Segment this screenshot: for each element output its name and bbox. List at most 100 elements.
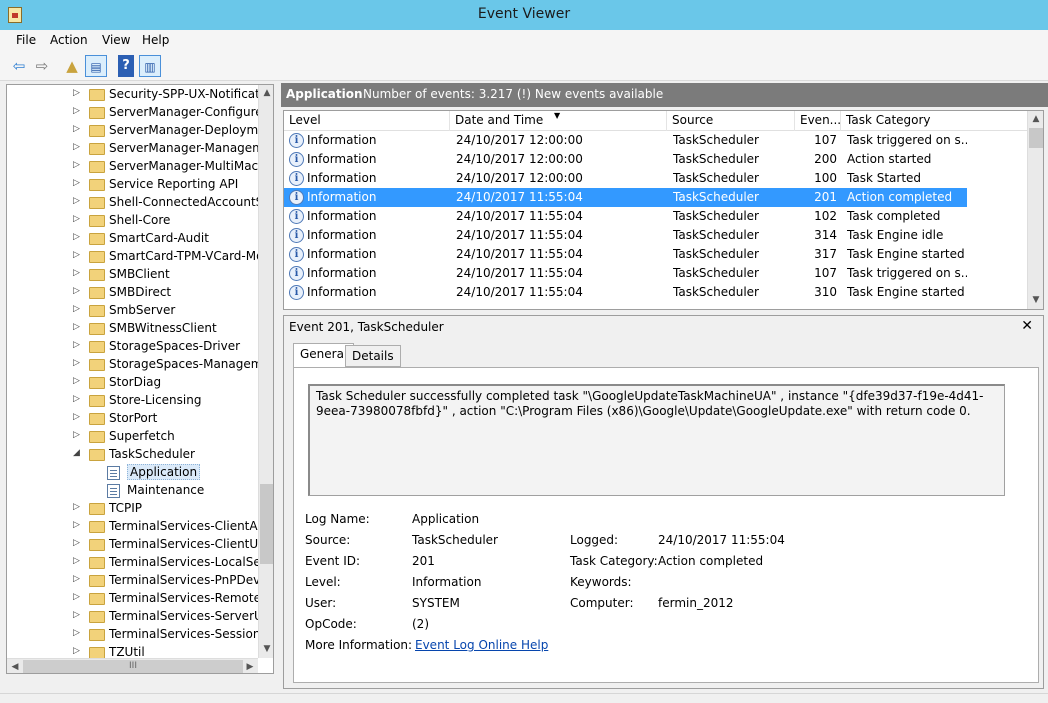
- collapsed-arrow-icon[interactable]: ▷: [73, 88, 80, 98]
- tree-folder-item[interactable]: ▷ TerminalServices-ClientUSBDevices: [7, 536, 259, 554]
- tree-folder-item[interactable]: ▷ StorDiag: [7, 374, 259, 392]
- expanded-arrow-icon[interactable]: ◢: [73, 448, 80, 458]
- collapsed-arrow-icon[interactable]: ▷: [73, 574, 80, 584]
- event-row[interactable]: i Information 24/10/2017 12:00:00 TaskSched…: [284, 131, 1027, 150]
- collapsed-arrow-icon[interactable]: ▷: [73, 502, 80, 512]
- event-row[interactable]: i Information 24/10/2017 11:55:04 TaskSched…: [284, 226, 1027, 245]
- tree-folder-item[interactable]: ▷ ServerManager-MultiMachine: [7, 158, 259, 176]
- collapsed-arrow-icon[interactable]: ▷: [73, 124, 80, 134]
- back-arrow-icon[interactable]: ⇦: [8, 55, 30, 77]
- tree-horizontal-scrollbar[interactable]: ◀ III ▶: [7, 658, 258, 673]
- collapsed-arrow-icon[interactable]: ▷: [73, 268, 80, 278]
- event-row[interactable]: i Information 24/10/2017 12:00:00 TaskSched…: [284, 150, 1027, 169]
- collapsed-arrow-icon[interactable]: ▷: [73, 646, 80, 656]
- collapsed-arrow-icon[interactable]: ▷: [73, 196, 80, 206]
- tree-folder-item[interactable]: ▷ Store-Licensing: [7, 392, 259, 410]
- tree-folder-item[interactable]: ▷ TerminalServices-PnPDevices: [7, 572, 259, 590]
- collapsed-arrow-icon[interactable]: ▷: [73, 322, 80, 332]
- collapsed-arrow-icon[interactable]: ▷: [73, 178, 80, 188]
- tree-folder-item[interactable]: ▷ SmartCard-TPM-VCard-Module: [7, 248, 259, 266]
- tree-folder-item[interactable]: ▷ SMBDirect: [7, 284, 259, 302]
- menu-help[interactable]: Help: [142, 33, 169, 47]
- collapsed-arrow-icon[interactable]: ▷: [73, 610, 80, 620]
- collapsed-arrow-icon[interactable]: ▷: [73, 520, 80, 530]
- tab-details[interactable]: Details: [345, 345, 401, 367]
- show-hide-tree-icon[interactable]: ▤: [85, 55, 107, 77]
- tree-folder-item[interactable]: ▷ TerminalServices-LocalSessionManager: [7, 554, 259, 572]
- tree-folder-item[interactable]: ▷ TerminalServices-ServerUSBDevices: [7, 608, 259, 626]
- collapsed-arrow-icon[interactable]: ▷: [73, 250, 80, 260]
- tree-folder-item[interactable]: ▷ Service Reporting API: [7, 176, 259, 194]
- collapsed-arrow-icon[interactable]: ▷: [73, 106, 80, 116]
- event-message[interactable]: Task Scheduler successfully completed ta…: [308, 384, 1005, 496]
- collapsed-arrow-icon[interactable]: ▷: [73, 628, 80, 638]
- tree-folder-item[interactable]: ▷ StorPort: [7, 410, 259, 428]
- collapsed-arrow-icon[interactable]: ▷: [73, 556, 80, 566]
- up-folder-icon[interactable]: ▲: [61, 55, 83, 77]
- tree-log-item[interactable]: Maintenance: [7, 482, 259, 500]
- menu-file[interactable]: File: [16, 33, 36, 47]
- collapsed-arrow-icon[interactable]: ▷: [73, 160, 80, 170]
- tree-folder-item[interactable]: ▷ Shell-Core: [7, 212, 259, 230]
- tree-folder-item[interactable]: ▷ ServerManager-ConfigureSMRemoting: [7, 104, 259, 122]
- column-task-category[interactable]: Task Category: [841, 111, 1027, 131]
- scroll-up-icon[interactable]: ▲: [259, 85, 273, 101]
- tree-folder-item[interactable]: ◢ TaskScheduler: [7, 446, 259, 464]
- menu-action[interactable]: Action: [50, 33, 88, 47]
- collapsed-arrow-icon[interactable]: ▷: [73, 142, 80, 152]
- forward-arrow-icon[interactable]: ⇨: [31, 55, 53, 77]
- grid-vertical-scrollbar[interactable]: ▲ ▼: [1027, 111, 1043, 309]
- scroll-up-icon[interactable]: ▲: [1028, 111, 1043, 127]
- tree-folder-item[interactable]: ▷ StorageSpaces-ManagementAgent: [7, 356, 259, 374]
- event-row[interactable]: i Information 24/10/2017 11:55:04 TaskSched…: [284, 207, 1027, 226]
- tree-folder-item[interactable]: ▷ TCPIP: [7, 500, 259, 518]
- tree-folder-item[interactable]: ▷ TerminalServices-SessionBroker-Client: [7, 626, 259, 644]
- scroll-down-icon[interactable]: ▼: [1028, 292, 1043, 308]
- tree-log-item[interactable]: Application: [7, 464, 259, 482]
- tree-folder-item[interactable]: ▷ SmbServer: [7, 302, 259, 320]
- tree-folder-item[interactable]: ▷ Security-SPP-UX-Notifications: [7, 86, 259, 104]
- tree-folder-item[interactable]: ▷ ServerManager-ManagementProvider: [7, 140, 259, 158]
- tree-folder-item[interactable]: ▷ SmartCard-Audit: [7, 230, 259, 248]
- event-row[interactable]: i Information 24/10/2017 11:55:04 TaskSched…: [284, 283, 1027, 302]
- tree-folder-item[interactable]: ▷ ServerManager-DeploymentProvider: [7, 122, 259, 140]
- event-row[interactable]: i Information 24/10/2017 11:55:04 TaskSched…: [284, 188, 1027, 207]
- tree-folder-item[interactable]: ▷ SMBWitnessClient: [7, 320, 259, 338]
- event-row[interactable]: i Information 24/10/2017 11:55:04 TaskSched…: [284, 264, 1027, 283]
- column-source[interactable]: Source: [667, 111, 795, 131]
- collapsed-arrow-icon[interactable]: ▷: [73, 232, 80, 242]
- grid-scroll-thumb[interactable]: [1029, 128, 1043, 148]
- tree-hscroll-thumb[interactable]: III: [23, 660, 243, 673]
- tree-folder-item[interactable]: ▷ TerminalServices-RemoteConnectionManage…: [7, 590, 259, 608]
- tree-folder-item[interactable]: ▷ Shell-ConnectedAccountState: [7, 194, 259, 212]
- close-icon[interactable]: ✕: [1021, 318, 1033, 334]
- collapsed-arrow-icon[interactable]: ▷: [73, 304, 80, 314]
- scroll-left-icon[interactable]: ◀: [7, 659, 23, 673]
- tree-scroll-thumb[interactable]: [260, 484, 273, 564]
- collapsed-arrow-icon[interactable]: ▷: [73, 430, 80, 440]
- collapsed-arrow-icon[interactable]: ▷: [73, 358, 80, 368]
- scroll-right-icon[interactable]: ▶: [242, 659, 258, 673]
- collapsed-arrow-icon[interactable]: ▷: [73, 286, 80, 296]
- collapsed-arrow-icon[interactable]: ▷: [73, 592, 80, 602]
- collapsed-arrow-icon[interactable]: ▷: [73, 394, 80, 404]
- collapsed-arrow-icon[interactable]: ▷: [73, 376, 80, 386]
- tree-vertical-scrollbar[interactable]: ▲ ▼: [258, 85, 273, 658]
- event-log-online-help-link[interactable]: Event Log Online Help: [415, 638, 548, 652]
- scroll-down-icon[interactable]: ▼: [259, 641, 273, 657]
- column-level[interactable]: Level: [284, 111, 450, 131]
- event-row[interactable]: i Information 24/10/2017 11:55:04 TaskSched…: [284, 245, 1027, 264]
- log-tree[interactable]: ▷ Security-SPP-UX-Notifications ▷ ServerMan…: [6, 84, 274, 674]
- events-grid[interactable]: Level Date and Time ▼ Source Even... Tas…: [283, 110, 1044, 310]
- collapsed-arrow-icon[interactable]: ▷: [73, 340, 80, 350]
- event-row[interactable]: i Information 24/10/2017 12:00:00 TaskSched…: [284, 169, 1027, 188]
- tree-folder-item[interactable]: ▷ TerminalServices-ClientActiveXCore: [7, 518, 259, 536]
- collapsed-arrow-icon[interactable]: ▷: [73, 214, 80, 224]
- collapsed-arrow-icon[interactable]: ▷: [73, 412, 80, 422]
- tree-folder-item[interactable]: ▷ Superfetch: [7, 428, 259, 446]
- help-icon[interactable]: ?: [118, 55, 134, 77]
- menu-view[interactable]: View: [102, 33, 130, 47]
- show-action-pane-icon[interactable]: ▥: [139, 55, 161, 77]
- collapsed-arrow-icon[interactable]: ▷: [73, 538, 80, 548]
- tree-folder-item[interactable]: ▷ SMBClient: [7, 266, 259, 284]
